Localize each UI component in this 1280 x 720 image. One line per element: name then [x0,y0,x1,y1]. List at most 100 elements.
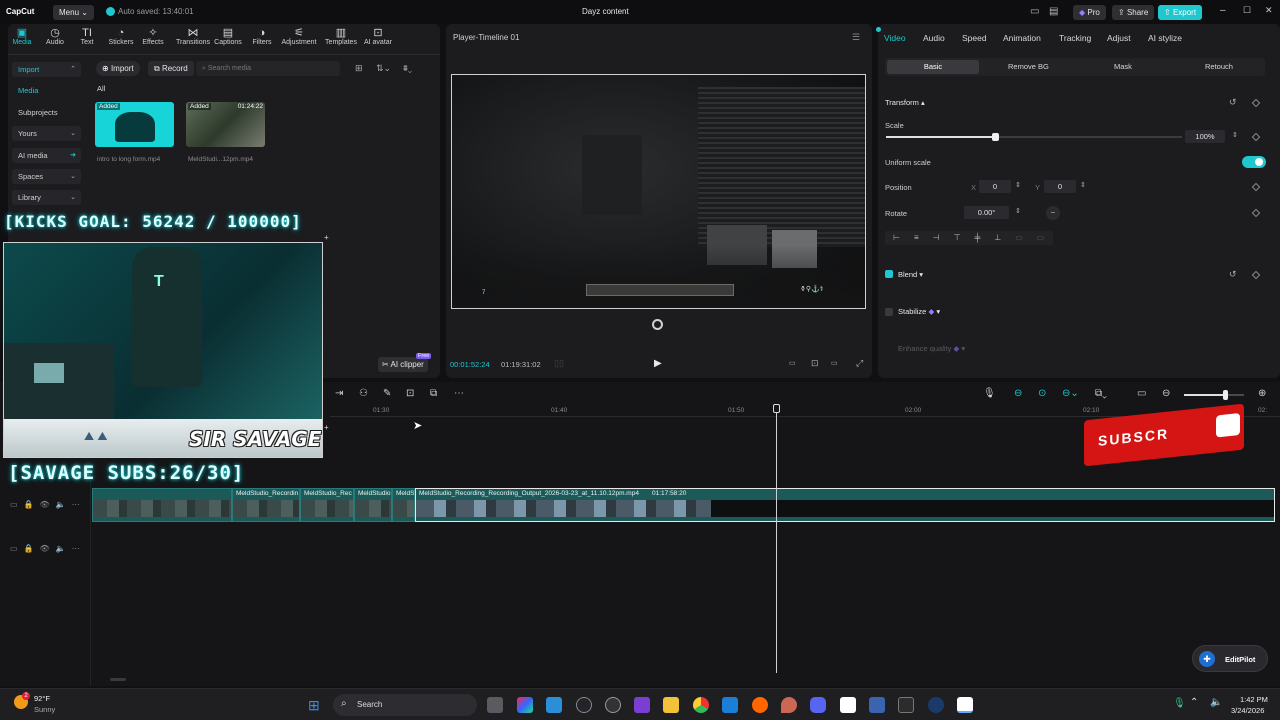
search-input[interactable]: ⌕ Search media [196,61,340,76]
microphone-icon[interactable]: 🎙 [1173,698,1186,709]
app-icon[interactable] [722,697,738,713]
tool-stickers[interactable]: ◔ Stickers [103,27,139,46]
editpilot-button[interactable]: ✚ EditPilot [1192,645,1268,672]
layout-icon[interactable]: ▭ [1030,6,1039,17]
freeze-tool-icon[interactable]: ⧉ [430,388,437,399]
uniform-scale-toggle[interactable] [1242,156,1266,168]
keyframe-icon[interactable] [1251,132,1261,142]
tool-text[interactable]: TI Text [69,27,105,46]
minimize-icon[interactable]: – [1220,5,1226,16]
tab-video[interactable]: Video [884,33,906,43]
blend-checkbox[interactable] [885,270,893,278]
scale-slider-track[interactable] [886,133,1182,141]
microphone-icon[interactable]: 🎙 [983,388,996,399]
media-thumbnail[interactable]: Added 01:24:22 [186,102,265,147]
capcut-icon[interactable] [840,697,856,713]
keyframe-icon[interactable] [1251,182,1261,192]
crop-tool-icon[interactable]: ⊡ [406,388,414,399]
quality-icon[interactable]: ▭ [789,359,796,367]
pro-button[interactable]: ◆ Pro [1073,5,1106,20]
magic-tool-icon[interactable]: ✎ [383,388,391,399]
share-button[interactable]: ⇪ Share [1112,5,1155,20]
app-icon[interactable] [576,697,592,713]
sidebar-item-import[interactable]: Import ⌃ [12,62,81,77]
stepper-icon[interactable]: ⇕ [1232,131,1238,139]
discord-icon[interactable] [810,697,826,713]
stepper-icon[interactable]: ⇕ [1015,181,1021,189]
subtab-remove-bg[interactable]: Remove BG [1008,62,1049,71]
align-toolbar[interactable]: ⊢≡⊣⊤╪⊥▭▭ [885,231,1053,245]
filter-icon[interactable]: ⩩⌄ [403,63,412,74]
snap-icon[interactable]: ⊖⌄ [1062,388,1079,399]
sort-icon[interactable]: ⇅⌄ [376,63,391,74]
record-button[interactable]: ⧉ Record [148,61,194,76]
track-header[interactable]: ▭🔒👁🔈⋯ [10,500,86,509]
grid-view-icon[interactable]: ⊞ [355,63,363,74]
ai-clipper-button[interactable]: ✂ AI clipper [378,357,428,372]
tool-templates[interactable]: ▥ Templates [322,27,360,46]
tool-filters[interactable]: ◑ Filters [244,27,280,46]
play-icon[interactable]: ▶ [654,358,662,369]
horizontal-scrollbar[interactable] [110,678,126,681]
capcut-active-icon[interactable] [957,697,973,713]
scale-value[interactable]: 100% [1185,130,1225,143]
timeline-clip[interactable]: MeldStudio [354,488,392,522]
maximize-icon[interactable]: ☐ [1243,5,1251,16]
subtab-retouch[interactable]: Retouch [1205,62,1233,71]
position-x-input[interactable]: 0 [979,180,1011,193]
reset-icon[interactable]: ↺ [1229,269,1237,280]
app-icon[interactable] [781,697,797,713]
tab-ai-stylize[interactable]: AI stylize [1148,33,1182,43]
enhance-quality-section[interactable]: Enhance quality ◆ ▾ [898,344,965,353]
chrome-icon[interactable] [693,697,709,713]
tab-tracking[interactable]: Tracking [1059,33,1091,43]
app-icon[interactable] [546,697,562,713]
blend-section[interactable]: Blend ▾ [898,270,923,279]
sidebar-item-library[interactable]: Library ⌄ [12,190,81,205]
subtab-mask[interactable]: Mask [1114,62,1132,71]
tab-animation[interactable]: Animation [1003,33,1041,43]
keyframe-icon[interactable] [1251,98,1261,108]
person-tool-icon[interactable]: ⚇ [359,388,368,399]
link-icon[interactable]: ⊖ [1014,388,1022,399]
rotate-dial-icon[interactable]: – [1046,206,1060,220]
menu-button[interactable]: Menu ⌄ [53,5,94,20]
tool-captions[interactable]: ▤ Captions [210,27,246,46]
soundcloud-icon[interactable] [752,697,768,713]
sidebar-item-ai-media[interactable]: AI media ➜ [12,148,81,163]
tab-audio[interactable]: Audio [923,33,945,43]
track-header[interactable]: ▭🔒👁🔈⋯ [10,544,86,553]
magnet-icon[interactable]: ⊙ [1038,388,1046,399]
tool-adjustment[interactable]: ⚟ Adjustment [278,27,320,46]
sidebar-item-media[interactable]: Media [12,83,81,98]
fullscreen-icon[interactable]: ⤢ [856,358,863,369]
close-icon[interactable]: ✕ [1265,5,1273,16]
import-button[interactable]: ⊕ Import [96,61,140,76]
zoom-out-icon[interactable]: ⊖ [1162,388,1170,399]
timeline-clip[interactable]: MeldStudio_Rec [300,488,354,522]
speaker-icon[interactable]: 🔈 [1210,697,1222,708]
copilot-icon[interactable] [517,697,533,713]
stepper-icon[interactable]: ⇕ [1015,207,1021,215]
timeline-clip[interactable]: MeldS [392,488,415,522]
playhead-handle[interactable] [773,404,780,413]
steam-icon[interactable] [928,697,944,713]
sidebar-item-spaces[interactable]: Spaces ⌄ [12,169,81,184]
filter-all[interactable]: All [97,84,105,93]
zoom-slider-knob[interactable] [1222,390,1228,400]
windows-start-icon[interactable]: ⊞ [308,697,320,714]
reset-icon[interactable]: ↺ [1229,97,1237,108]
sidebar-item-subprojects[interactable]: Subprojects [12,105,81,120]
rotate-handle-icon[interactable] [652,319,663,330]
tool-effects[interactable]: ✧ Effects [135,27,171,46]
app-icon[interactable] [869,697,885,713]
ratio-icon[interactable]: ▭ [831,359,838,367]
export-button[interactable]: ⇧ Export [1158,5,1203,20]
tool-ai-avatar[interactable]: ⊡ AI avatar [359,27,397,46]
zoom-slider[interactable] [1184,390,1244,400]
stepper-icon[interactable]: ⇕ [1080,181,1086,189]
folder-icon[interactable] [663,697,679,713]
position-y-input[interactable]: 0 [1044,180,1076,193]
menu-icon[interactable]: ☰ [852,32,860,43]
timeline-clip-selected[interactable]: MeldStudio_Recording_Recording_Output_20… [415,488,1275,522]
